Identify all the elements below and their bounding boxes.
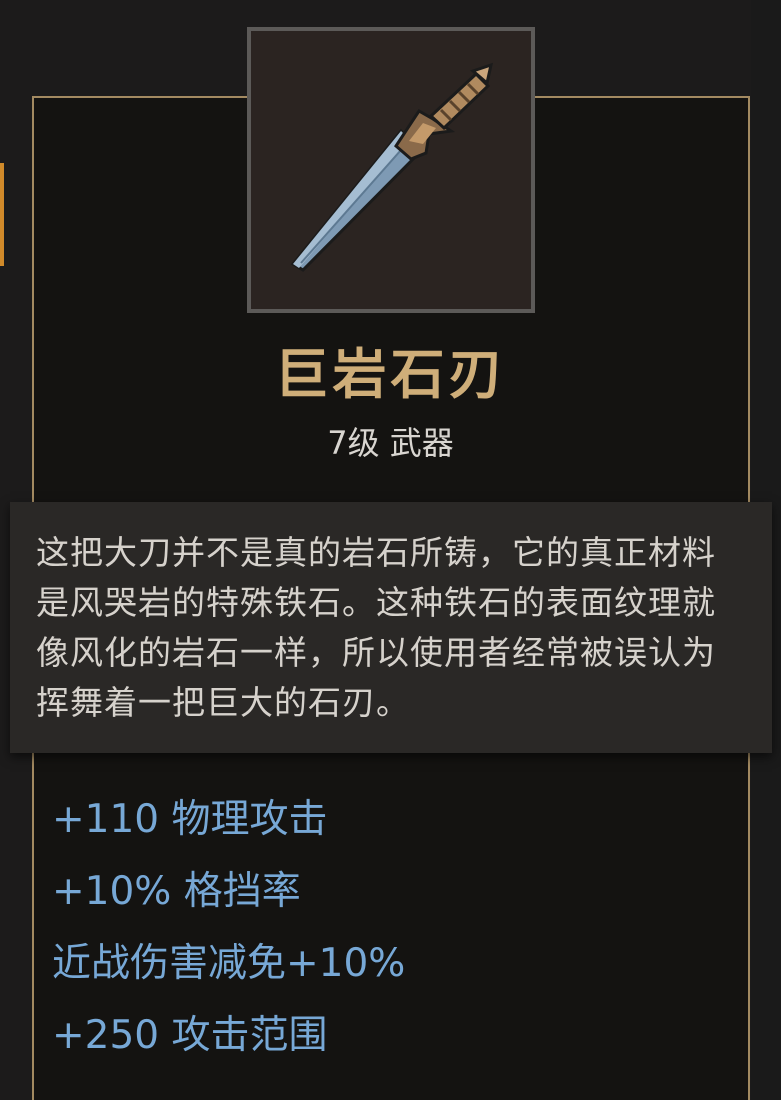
sword-icon — [290, 62, 494, 272]
item-description: 这把大刀并不是真的岩石所铸，它的真正材料是风哭岩的特殊铁石。这种铁石的表面纹理就… — [36, 533, 716, 722]
stat-block-rate: +10% 格挡率 — [52, 869, 301, 914]
item-name: 巨岩石刃 — [274, 343, 507, 406]
item-detail-screen: 巨岩石刃 7级 武器 这把大刀并不是真的岩石所铸，它的真正材料是风哭岩的特殊铁石… — [0, 0, 781, 1100]
item-stats-list: +110 物理攻击 +10% 格挡率 近战伤害减免+10% +250 攻击范围 — [52, 790, 405, 1078]
item-icon-frame — [247, 27, 535, 313]
selected-slot-marker — [0, 163, 4, 266]
stat-physical-attack: +110 物理攻击 — [52, 797, 328, 842]
stat-attack-range: +250 攻击范围 — [52, 1013, 328, 1058]
item-level-type: 7级 武器 — [327, 424, 454, 462]
stat-melee-damage-reduction: 近战伤害减免+10% — [52, 941, 406, 986]
item-description-tooltip: 这把大刀并不是真的岩石所铸，它的真正材料是风哭岩的特殊铁石。这种铁石的表面纹理就… — [10, 502, 772, 753]
